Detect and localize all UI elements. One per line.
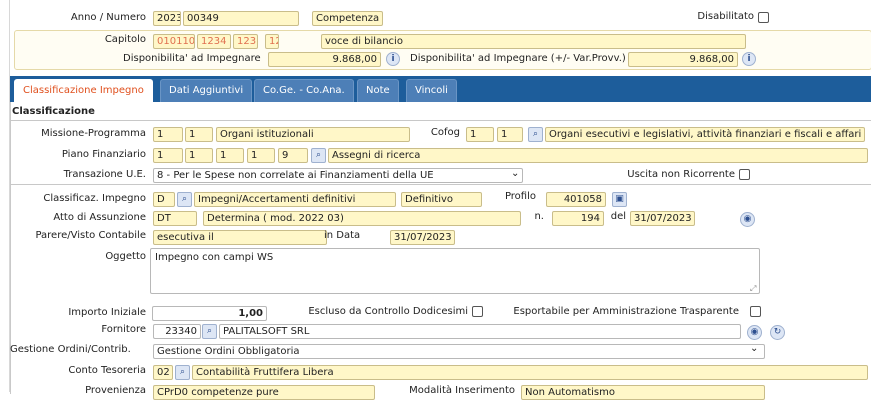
info-icon[interactable]: i xyxy=(386,52,400,66)
cofog-descrizione: Organi esecutivi e legislativi, attività… xyxy=(545,127,865,142)
provenienza-field[interactable]: CPrD0 competenze pure xyxy=(153,385,375,400)
section-divider xyxy=(10,184,871,185)
lock-icon[interactable]: ▣ xyxy=(612,192,627,207)
tab-classificazione-impegno[interactable]: Classificazione Impegno xyxy=(14,79,153,102)
eye-icon[interactable]: ◉ xyxy=(747,325,762,340)
oggetto-label: Oggetto xyxy=(105,251,146,262)
importo-field[interactable]: 1,00 xyxy=(152,306,267,321)
classif-impegno-label: Classificaz. Impegno xyxy=(43,193,146,204)
data-atto-field[interactable]: 31/07/2023 xyxy=(630,211,695,226)
piano-label: Piano Finanziario xyxy=(61,149,146,160)
classif-impegno-code[interactable]: D xyxy=(153,192,175,207)
gestione-select[interactable]: Gestione Ordini Obbligatoria xyxy=(153,344,765,359)
transazione-select[interactable]: 8 - Per le Spese non correlate ai Finanz… xyxy=(153,168,523,183)
fornitore-label: Fornitore xyxy=(101,324,146,335)
refresh-icon[interactable]: ↻ xyxy=(770,325,785,340)
tab-dati-aggiuntivi[interactable]: Dati Aggiuntivi xyxy=(160,79,253,102)
missione-code-1[interactable]: 1 xyxy=(153,127,183,142)
parere-field[interactable]: esecutiva il xyxy=(153,230,327,245)
modalita-field[interactable]: Non Automatismo xyxy=(521,385,765,400)
competenza-field[interactable]: Competenza xyxy=(312,11,383,26)
tab-bar: Classificazione Impegno Dati Aggiuntivi … xyxy=(10,76,871,102)
modalita-label: Modalità Inserimento xyxy=(409,385,515,396)
esportabile-label: Esportabile per Amministrazione Traspare… xyxy=(513,306,739,317)
eye-icon[interactable]: ◉ xyxy=(740,212,755,227)
section-divider xyxy=(10,120,871,121)
transazione-label: Transazione U.E. xyxy=(63,169,146,180)
cofog-code-2[interactable]: 1 xyxy=(497,127,523,142)
tab-vincoli[interactable]: Vincoli xyxy=(406,79,457,102)
capitolo-code-4[interactable]: 12 xyxy=(265,34,279,49)
capitolo-code-1[interactable]: 0101101 xyxy=(153,34,195,49)
missione-descrizione: Organi istituzionali xyxy=(216,127,410,142)
numero-atto-label: n. xyxy=(534,211,544,222)
classif-impegno-desc: Impegni/Accertamenti definitivi xyxy=(194,192,396,207)
anno-numero-label: Anno / Numero xyxy=(70,12,146,23)
search-icon[interactable]: ⌕ xyxy=(202,324,217,339)
oggetto-textarea[interactable]: Impegno con campi WS xyxy=(150,248,760,294)
search-icon[interactable]: ⌕ xyxy=(311,148,326,163)
tesoreria-code[interactable]: 02 xyxy=(153,365,173,380)
uscita-checkbox[interactable] xyxy=(739,169,750,180)
anno-field[interactable]: 2023 xyxy=(153,11,181,26)
escluso-label: Escluso da Controllo Dodicesimi xyxy=(308,306,468,317)
chevron-down-icon: ⌄ xyxy=(750,343,759,354)
chevron-down-icon: ⌄ xyxy=(511,168,520,179)
gestione-label: Gestione Ordini/Contrib. xyxy=(10,344,131,355)
capitolo-label: Capitolo xyxy=(104,34,146,45)
parere-label: Parere/Visto Contabile xyxy=(35,230,146,241)
left-edge-panel xyxy=(0,0,10,392)
atto-code[interactable]: DT xyxy=(153,211,197,226)
info-icon[interactable]: i xyxy=(742,52,756,66)
profilo-label: Profilo xyxy=(504,191,536,202)
atto-label: Atto di Assunzione xyxy=(53,212,146,223)
uscita-label: Uscita non Ricorrente xyxy=(627,169,735,180)
disponibilita-var-value: 9.868,00 xyxy=(628,52,738,67)
disabilitato-checkbox[interactable] xyxy=(758,12,769,23)
capitolo-descrizione[interactable]: voce di bilancio xyxy=(321,34,746,49)
section-title: Classificazione xyxy=(12,106,95,117)
profilo-field[interactable]: 401058 xyxy=(546,192,606,207)
piano-code-1[interactable]: 1 xyxy=(153,148,183,163)
missione-code-2[interactable]: 1 xyxy=(185,127,213,142)
disponibilita-var-label: Disponibilita' ad Impegnare (+/- Var.Pro… xyxy=(410,53,626,64)
tesoreria-descrizione: Contabilità Fruttifera Libera xyxy=(192,365,868,380)
importo-label: Importo Iniziale xyxy=(68,307,146,318)
escluso-checkbox[interactable] xyxy=(472,306,483,317)
piano-code-5[interactable]: 9 xyxy=(278,148,308,163)
del-label: del xyxy=(610,211,626,222)
search-icon[interactable]: ⌕ xyxy=(177,192,192,207)
provenienza-label: Provenienza xyxy=(85,385,146,396)
in-data-field[interactable]: 31/07/2023 xyxy=(390,230,455,245)
missione-label: Missione-Programma xyxy=(41,128,146,139)
classif-impegno-tipo: Definitivo xyxy=(401,192,482,207)
capitolo-code-2[interactable]: 1234 xyxy=(197,34,231,49)
tab-note[interactable]: Note xyxy=(357,79,399,102)
numero-field[interactable]: 00349 xyxy=(183,11,299,26)
search-icon[interactable]: ⌕ xyxy=(175,365,190,380)
piano-code-3[interactable]: 1 xyxy=(216,148,244,163)
tesoreria-label: Conto Tesoreria xyxy=(68,365,146,376)
atto-descrizione: Determina ( mod. 2022 03) xyxy=(203,211,521,226)
piano-code-2[interactable]: 1 xyxy=(185,148,213,163)
numero-atto-field[interactable]: 194 xyxy=(552,211,604,226)
cofog-label: Cofog xyxy=(430,127,460,138)
resize-handle-icon[interactable]: ⤢ xyxy=(750,284,756,294)
tab-coge-coana[interactable]: Co.Ge. - Co.Ana. xyxy=(254,79,354,102)
piano-code-4[interactable]: 1 xyxy=(247,148,275,163)
cofog-code-1[interactable]: 1 xyxy=(466,127,494,142)
fornitore-code[interactable]: 23340 xyxy=(153,324,201,339)
in-data-label: in Data xyxy=(324,230,361,241)
disabilitato-label: Disabilitato xyxy=(697,11,754,22)
fornitore-name: PALITALSOFT SRL xyxy=(219,324,741,339)
disponibilita-label: Disponibilita' ad Impegnare xyxy=(123,53,261,64)
capitolo-code-3[interactable]: 123 xyxy=(233,34,258,49)
disponibilita-value: 9.868,00 xyxy=(268,52,381,67)
search-icon[interactable]: ⌕ xyxy=(528,127,543,142)
esportabile-checkbox[interactable] xyxy=(750,306,761,317)
piano-descrizione: Assegni di ricerca xyxy=(328,148,868,163)
